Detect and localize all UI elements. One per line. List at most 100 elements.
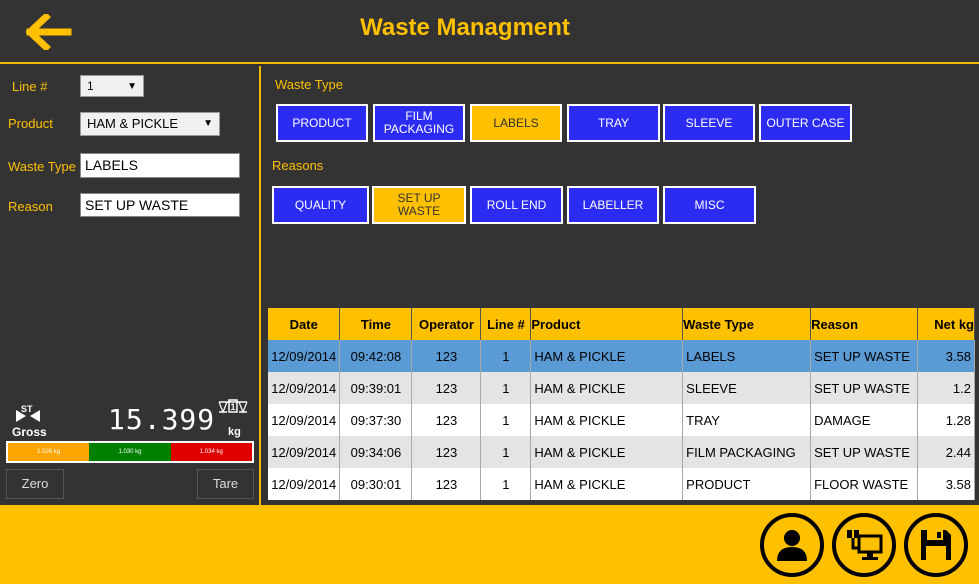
line-value: 1 bbox=[87, 79, 94, 93]
cell-time: 09:37:30 bbox=[339, 404, 413, 436]
table-header-row: Date Time Operator Line # Product Waste … bbox=[268, 308, 976, 340]
user-icon bbox=[777, 530, 807, 561]
reason-quality-button[interactable]: QUALITY bbox=[272, 186, 369, 224]
header-net-kg[interactable]: Net kg bbox=[917, 308, 976, 340]
waste-type-tray-button[interactable]: TRAY bbox=[567, 104, 660, 142]
cell-product: HAM & PICKLE bbox=[530, 468, 684, 500]
waste-type-sleeve-button[interactable]: SLEEVE bbox=[663, 104, 755, 142]
cell-product: HAM & PICKLE bbox=[530, 340, 684, 372]
waste-type-outer-case-button[interactable]: OUTER CASE bbox=[759, 104, 852, 142]
reason-set-up-waste-button[interactable]: SET UP WASTE bbox=[372, 186, 466, 224]
waste-type-field[interactable]: LABELS bbox=[80, 153, 240, 178]
table-row[interactable]: 12/09/2014 09:39:01 123 1 HAM & PICKLE S… bbox=[268, 372, 976, 404]
cell-net-kg: 1.2 bbox=[917, 372, 976, 404]
header-line[interactable]: Line # bbox=[480, 308, 532, 340]
cell-reason: SET UP WASTE bbox=[810, 372, 918, 404]
header-bar: Waste Managment bbox=[0, 0, 979, 64]
weight-display: 15.399 bbox=[108, 403, 216, 436]
waste-type-labels-button[interactable]: LABELS bbox=[470, 104, 562, 142]
network-terminal-icon bbox=[847, 530, 883, 560]
table-row[interactable]: 12/09/2014 09:37:30 123 1 HAM & PICKLE T… bbox=[268, 404, 976, 436]
cell-reason: SET UP WASTE bbox=[810, 436, 918, 468]
chevron-down-icon: ▼ bbox=[203, 118, 213, 129]
cell-time: 09:34:06 bbox=[339, 436, 413, 468]
cell-reason: DAMAGE bbox=[810, 404, 918, 436]
header-product[interactable]: Product bbox=[530, 308, 684, 340]
cell-waste-type: TRAY bbox=[682, 404, 812, 436]
cell-line: 1 bbox=[480, 468, 532, 500]
cell-reason: SET UP WASTE bbox=[810, 340, 918, 372]
cell-reason: FLOOR WASTE bbox=[810, 468, 918, 500]
cell-net-kg: 2.44 bbox=[917, 436, 976, 468]
waste-log-table: Date Time Operator Line # Product Waste … bbox=[268, 308, 976, 500]
reason-field[interactable]: SET UP WASTE bbox=[80, 193, 240, 217]
cell-waste-type: PRODUCT bbox=[682, 468, 812, 500]
over-weight-segment: 1.034 kg bbox=[170, 443, 252, 461]
cell-waste-type: LABELS bbox=[682, 340, 812, 372]
reason-roll-end-button[interactable]: ROLL END bbox=[470, 186, 563, 224]
gross-label: Gross bbox=[12, 425, 47, 439]
reason-labeller-button[interactable]: LABELLER bbox=[567, 186, 659, 224]
cell-line: 1 bbox=[480, 340, 532, 372]
table-row[interactable]: 12/09/2014 09:42:08 123 1 HAM & PICKLE L… bbox=[268, 340, 976, 372]
waste-type-section-label: Waste Type bbox=[275, 77, 343, 92]
waste-type-film-packaging-button[interactable]: FILM PACKAGING bbox=[373, 104, 465, 142]
scale-icon: 1 bbox=[218, 399, 248, 414]
operator-button[interactable] bbox=[760, 513, 824, 577]
table-row[interactable]: 12/09/2014 09:30:01 123 1 HAM & PICKLE P… bbox=[268, 468, 976, 500]
line-select[interactable]: 1 ▼ bbox=[80, 75, 144, 97]
cell-product: HAM & PICKLE bbox=[530, 372, 684, 404]
cell-time: 09:42:08 bbox=[339, 340, 413, 372]
header-time[interactable]: Time bbox=[339, 308, 413, 340]
st-label: ST bbox=[21, 404, 33, 414]
cell-date: 12/09/2014 bbox=[268, 340, 341, 372]
product-select[interactable]: HAM & PICKLE ▼ bbox=[80, 112, 220, 136]
network-button[interactable] bbox=[832, 513, 896, 577]
cell-time: 09:30:01 bbox=[339, 468, 413, 500]
zero-button[interactable]: Zero bbox=[6, 469, 64, 499]
cell-line: 1 bbox=[480, 372, 532, 404]
stable-icon: ST bbox=[16, 404, 40, 422]
cell-net-kg: 3.58 bbox=[917, 340, 976, 372]
header-operator[interactable]: Operator bbox=[411, 308, 482, 340]
table-row[interactable]: 12/09/2014 09:34:06 123 1 HAM & PICKLE F… bbox=[268, 436, 976, 468]
save-icon bbox=[921, 530, 951, 560]
reason-label: Reason bbox=[8, 199, 53, 214]
line-label: Line # bbox=[12, 79, 48, 94]
save-button[interactable] bbox=[904, 513, 968, 577]
page-title: Waste Managment bbox=[360, 14, 570, 41]
cell-operator: 123 bbox=[411, 404, 482, 436]
header-reason[interactable]: Reason bbox=[810, 308, 918, 340]
header-date[interactable]: Date bbox=[268, 308, 341, 340]
cell-line: 1 bbox=[480, 404, 532, 436]
under-weight-segment: 1.026 kg bbox=[8, 443, 90, 461]
cell-net-kg: 1.28 bbox=[917, 404, 976, 436]
svg-text:1: 1 bbox=[231, 402, 236, 412]
cell-operator: 123 bbox=[411, 372, 482, 404]
cell-date: 12/09/2014 bbox=[268, 468, 341, 500]
cell-operator: 123 bbox=[411, 340, 482, 372]
waste-type-product-button[interactable]: PRODUCT bbox=[276, 104, 368, 142]
cell-date: 12/09/2014 bbox=[268, 372, 341, 404]
unit-label: kg bbox=[228, 426, 241, 438]
waste-type-label: Waste Type bbox=[8, 159, 76, 174]
cell-line: 1 bbox=[480, 436, 532, 468]
reason-misc-button[interactable]: MISC bbox=[663, 186, 756, 224]
cell-waste-type: SLEEVE bbox=[682, 372, 812, 404]
cell-product: HAM & PICKLE bbox=[530, 436, 684, 468]
cell-net-kg: 3.58 bbox=[917, 468, 976, 500]
left-panel: Line # 1 ▼ Product HAM & PICKLE ▼ Waste … bbox=[0, 66, 261, 505]
chevron-down-icon: ▼ bbox=[127, 81, 137, 92]
cell-waste-type: FILM PACKAGING bbox=[682, 436, 812, 468]
cell-operator: 123 bbox=[411, 436, 482, 468]
cell-operator: 123 bbox=[411, 468, 482, 500]
tare-button[interactable]: Tare bbox=[197, 469, 254, 499]
target-weight-segment: 1.030 kg bbox=[89, 443, 171, 461]
cell-date: 12/09/2014 bbox=[268, 436, 341, 468]
product-value: HAM & PICKLE bbox=[87, 116, 179, 131]
cell-time: 09:39:01 bbox=[339, 372, 413, 404]
header-waste-type[interactable]: Waste Type bbox=[682, 308, 812, 340]
product-label: Product bbox=[8, 116, 53, 131]
reasons-section-label: Reasons bbox=[272, 158, 324, 173]
cell-product: HAM & PICKLE bbox=[530, 404, 684, 436]
